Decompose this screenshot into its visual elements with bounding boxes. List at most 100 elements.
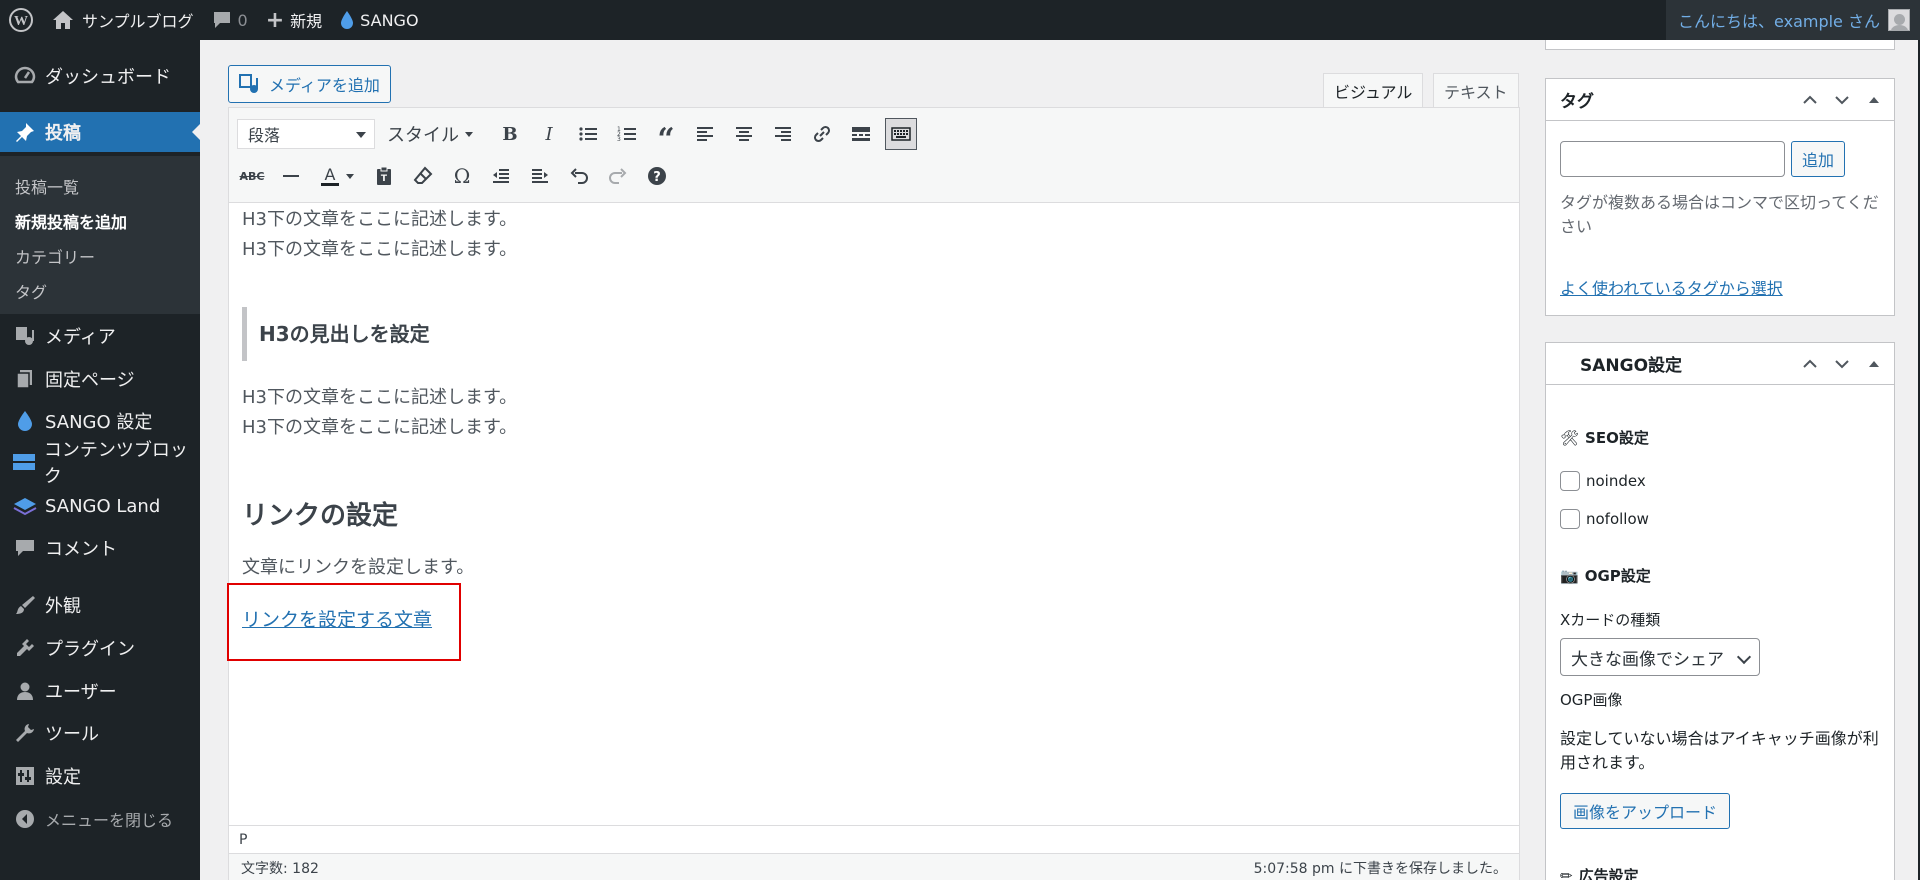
nofollow-checkbox[interactable] <box>1560 509 1580 529</box>
ogp-image-label: OGP画像 <box>1560 691 1623 709</box>
menu-sango-settings[interactable]: SANGO 設定 <box>0 401 200 441</box>
menu-tools[interactable]: ツール <box>0 713 200 753</box>
help-button[interactable]: ? <box>642 160 672 192</box>
move-up-icon[interactable] <box>1800 354 1820 374</box>
clear-formatting-button[interactable] <box>408 160 438 192</box>
submenu-categories[interactable]: カテゴリー <box>15 244 95 268</box>
pencil-icon: ✏ <box>1560 866 1573 880</box>
comment-bubble-icon <box>213 12 230 28</box>
toggle-panel-icon[interactable] <box>1864 90 1884 110</box>
add-tag-button[interactable]: 追加 <box>1791 141 1846 177</box>
blockquote-button[interactable]: “ <box>651 118 681 155</box>
paste-as-text-button[interactable]: T <box>369 160 399 192</box>
redo-button[interactable] <box>603 160 633 192</box>
blocks-icon <box>10 452 39 472</box>
outdent-button[interactable] <box>486 160 516 192</box>
popular-tags-link[interactable]: よく使われているタグから選択 <box>1560 275 1783 299</box>
sango-link[interactable]: SANGO <box>331 0 427 40</box>
align-left-icon <box>697 127 713 141</box>
menu-posts[interactable]: 投稿 <box>0 112 200 152</box>
strikethrough-button[interactable]: ABC <box>237 160 267 192</box>
indent-button[interactable] <box>525 160 555 192</box>
insert-link-button[interactable] <box>807 118 837 150</box>
svg-text:3: 3 <box>617 136 621 143</box>
path-p[interactable]: P <box>239 832 247 848</box>
menu-dashboard[interactable]: ダッシュボード <box>0 56 200 96</box>
posts-submenu: 投稿一覧 新規投稿を追加 カテゴリー タグ <box>0 156 200 314</box>
bullet-list-button[interactable] <box>573 118 603 150</box>
menu-appearance[interactable]: 外観 <box>0 585 200 625</box>
x-card-type-select[interactable]: 大きな画像でシェア <box>1560 638 1760 676</box>
paragraph: 文章にリンクを設定します。 <box>242 557 475 578</box>
submenu-all-posts[interactable]: 投稿一覧 <box>15 174 79 198</box>
menu-plugins[interactable]: プラグイン <box>0 628 200 668</box>
align-right-icon <box>775 127 791 141</box>
chevron-down-icon <box>1736 649 1752 665</box>
styles-dropdown[interactable]: スタイル <box>387 118 473 150</box>
sango-settings-title: SANGO設定 <box>1580 356 1683 376</box>
submenu-tags[interactable]: タグ <box>15 279 47 303</box>
menu-content-blocks[interactable]: コンテンツブロック <box>0 440 200 487</box>
site-name-link[interactable]: サンプルブログ <box>43 0 203 40</box>
clipboard-icon: T <box>377 166 391 185</box>
horizontal-line-button[interactable] <box>276 160 306 192</box>
editor-toolbar: 段落 スタイル B I 123 “ ABC A T Ω ? <box>229 108 1519 203</box>
bold-button[interactable]: B <box>495 118 525 150</box>
move-down-icon[interactable] <box>1832 354 1852 374</box>
comments-count: 0 <box>237 10 248 30</box>
text-color-button[interactable]: A <box>315 160 359 192</box>
keyboard-icon <box>891 127 911 141</box>
align-right-button[interactable] <box>768 118 798 150</box>
menu-users[interactable]: ユーザー <box>0 671 200 711</box>
toggle-panel-icon[interactable] <box>1864 354 1884 374</box>
comments-link[interactable]: 0 <box>203 0 257 40</box>
undo-button[interactable] <box>564 160 594 192</box>
menu-media[interactable]: メディア <box>0 316 200 356</box>
tab-visual[interactable]: ビジュアル <box>1323 73 1424 107</box>
text-color-icon: A <box>321 166 339 186</box>
svg-text:T: T <box>381 174 388 184</box>
link-icon <box>813 125 831 143</box>
water-drop-icon <box>341 11 354 29</box>
menu-pages[interactable]: 固定ページ <box>0 359 200 399</box>
tag-input[interactable] <box>1560 141 1785 177</box>
greeting-text: こんにちは、example さん <box>1678 12 1880 31</box>
tags-hint: タグが複数ある場合はコンマで区切ってください <box>1560 193 1879 236</box>
ogp-image-hint: 設定していない場合はアイキャッチ画像が利用されます。 <box>1560 729 1879 772</box>
read-more-button[interactable] <box>846 118 876 150</box>
wordpress-logo-icon[interactable]: W <box>0 0 43 40</box>
nofollow-checkbox-row[interactable]: nofollow <box>1560 509 1649 529</box>
menu-collapse[interactable]: メニューを閉じる <box>0 799 200 839</box>
account-menu[interactable]: こんにちは、example さん <box>1666 0 1920 40</box>
x-card-type-label: Xカードの種類 <box>1560 611 1661 629</box>
move-down-icon[interactable] <box>1832 90 1852 110</box>
toolbar-toggle-button[interactable] <box>885 118 917 150</box>
admin-bar: W サンプルブログ 0 + 新規 SANGO こんにちは、example さん <box>0 0 1920 40</box>
tab-text[interactable]: テキスト <box>1433 73 1519 107</box>
layers-icon <box>10 496 40 516</box>
pin-icon <box>10 121 40 143</box>
special-character-button[interactable]: Ω <box>447 160 477 192</box>
italic-icon: I <box>545 123 553 145</box>
numbered-list-button[interactable]: 123 <box>612 118 642 150</box>
upload-image-button[interactable]: 画像をアップロード <box>1560 793 1731 829</box>
paragraph: H3下の文章をここに記述します。 <box>242 417 518 438</box>
menu-settings[interactable]: 設定 <box>0 756 200 796</box>
indent-icon <box>532 169 548 183</box>
h2-heading: リンクの設定 <box>242 501 399 531</box>
submenu-add-new-post[interactable]: 新規投稿を追加 <box>15 209 127 233</box>
wrench-icon <box>10 722 40 744</box>
align-left-button[interactable] <box>690 118 720 150</box>
new-content-link[interactable]: + 新規 <box>257 0 331 40</box>
move-up-icon[interactable] <box>1800 90 1820 110</box>
align-center-button[interactable] <box>729 118 759 150</box>
italic-button[interactable]: I <box>534 118 564 150</box>
numbered-list-icon: 123 <box>617 126 636 143</box>
noindex-checkbox-row[interactable]: noindex <box>1560 471 1646 491</box>
add-media-button[interactable]: メディアを追加 <box>228 65 391 103</box>
menu-comments[interactable]: コメント <box>0 528 200 568</box>
ogp-settings-title: 📷 OGP設定 <box>1560 566 1651 586</box>
noindex-checkbox[interactable] <box>1560 471 1580 491</box>
format-select[interactable]: 段落 <box>237 119 375 149</box>
menu-sango-land[interactable]: SANGO Land <box>0 486 200 526</box>
